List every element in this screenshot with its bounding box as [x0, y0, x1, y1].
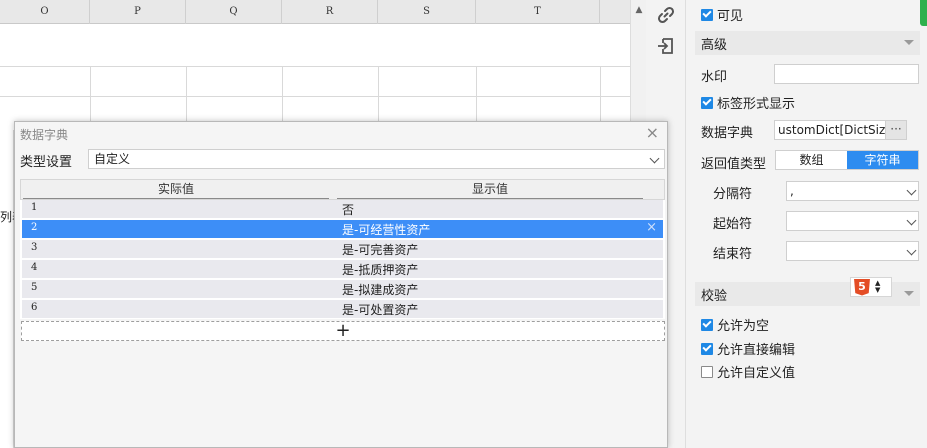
watermark-input[interactable] [774, 64, 919, 84]
actual-value-cell[interactable]: 5 [31, 282, 37, 293]
visible-checkbox[interactable]: 可见 [701, 5, 743, 24]
grid-line [282, 66, 283, 126]
return-type-label: 返回值类型 [701, 157, 767, 172]
actual-value-cell[interactable]: 3 [31, 242, 37, 253]
import-icon[interactable] [655, 35, 677, 57]
column-header-display-value[interactable]: 显示值 [337, 180, 643, 199]
separator-select[interactable]: , [786, 181, 919, 201]
table-row[interactable]: 6 是-可处置资产 [22, 300, 663, 319]
allow-empty-checkbox[interactable]: 允许为空 [701, 315, 769, 334]
add-row-button[interactable]: + [21, 321, 665, 341]
chevron-down-icon[interactable] [649, 153, 660, 164]
chevron-down-icon[interactable] [906, 185, 917, 196]
table-header: 实际值 显示值 [20, 179, 665, 200]
watermark-label: 水印 [701, 70, 728, 85]
allow-direct-edit-checkbox[interactable]: 允许直接编辑 [701, 339, 795, 358]
dialog-title: 数据字典 [20, 128, 69, 142]
allow-custom-checkbox[interactable]: 允许自定义值 [701, 362, 795, 381]
dict-edit-button[interactable]: ··· [885, 120, 907, 140]
column-header-r[interactable]: R [282, 0, 378, 24]
table-row-selected[interactable]: 2 是-可经营性资产 × [22, 220, 663, 239]
dict-input[interactable]: ustomDict[DictSize:6] [774, 120, 886, 140]
actual-value-cell[interactable]: 4 [31, 262, 37, 273]
display-value-cell[interactable]: 是-可经营性资产 [342, 221, 430, 238]
actual-value-cell[interactable]: 1 [31, 202, 37, 213]
return-type-string-option[interactable]: 字符串 [847, 151, 918, 169]
separator-label: 分隔符 [713, 187, 753, 202]
collapse-arrow-icon[interactable] [904, 40, 914, 45]
column-header-s[interactable]: S [378, 0, 476, 24]
spinner-arrows-icon[interactable]: ▲ ▼ [875, 280, 880, 294]
grid-line [0, 66, 630, 67]
return-type-array-option[interactable]: 数组 [776, 151, 847, 169]
advanced-section-header[interactable]: 高级 [695, 31, 920, 55]
table-row[interactable]: 3 是-可完善资产 [22, 240, 663, 259]
actual-value-cell[interactable]: 2 [31, 222, 37, 233]
link-icon[interactable] [655, 4, 677, 26]
chevron-down-icon[interactable] [906, 245, 917, 256]
table-row[interactable]: 1 否 [22, 200, 663, 219]
checkbox-box[interactable] [701, 8, 713, 21]
column-header-o[interactable]: O [0, 0, 90, 24]
display-value-cell[interactable]: 是-拟建成资产 [342, 281, 418, 298]
separator-value: , [790, 184, 794, 198]
collapse-arrow-icon[interactable] [904, 291, 914, 296]
actual-value-cell[interactable]: 6 [31, 302, 37, 313]
grid-line [90, 66, 91, 126]
display-value-cell[interactable]: 否 [342, 201, 354, 218]
checkbox-box[interactable] [701, 365, 713, 378]
scroll-up-arrow-icon[interactable]: ▲ [633, 4, 645, 16]
grid-line [600, 66, 601, 126]
column-header-q[interactable]: Q [186, 0, 282, 24]
grid-line [0, 96, 630, 97]
end-select[interactable] [786, 241, 919, 261]
close-icon[interactable]: × [646, 124, 659, 142]
panel-scroll-indicator[interactable] [920, 0, 927, 26]
return-type-toggle: 数组 字符串 [775, 150, 919, 170]
chevron-down-icon[interactable] [906, 215, 917, 226]
display-value-cell[interactable]: 是-可完善资产 [342, 241, 418, 258]
checkbox-box[interactable] [701, 342, 713, 355]
grid-line [476, 66, 477, 126]
dictionary-table: 实际值 显示值 1 否 2 是-可经营性资产 × 3 是-可完善资产 4 是-抵… [20, 179, 665, 319]
allow-direct-edit-label: 允许直接编辑 [717, 343, 796, 358]
grid-line [186, 66, 187, 126]
delete-row-icon[interactable]: × [646, 220, 657, 235]
start-select[interactable] [786, 211, 919, 231]
column-header-actual-value[interactable]: 实际值 [23, 180, 329, 199]
dict-label: 数据字典 [701, 126, 754, 141]
tag-display-label: 标签形式显示 [717, 97, 796, 112]
tag-display-checkbox[interactable]: 标签形式显示 [701, 93, 795, 112]
column-header-p[interactable]: P [90, 0, 186, 24]
advanced-label: 高级 [701, 37, 728, 53]
header-underline [337, 198, 643, 199]
type-setting-select[interactable]: 自定义 [88, 149, 665, 169]
type-setting-label: 类型设置 [20, 155, 73, 170]
grid-line [378, 66, 379, 126]
checkbox-box[interactable] [701, 318, 713, 331]
html5-widget[interactable]: 5 ▲ ▼ [850, 277, 892, 297]
type-setting-value: 自定义 [94, 152, 131, 166]
end-label: 结束符 [713, 247, 753, 262]
display-value-cell[interactable]: 是-可处置资产 [342, 301, 418, 318]
table-row[interactable]: 4 是-抵质押资产 [22, 260, 663, 279]
start-label: 起始符 [713, 217, 753, 232]
header-underline [23, 198, 329, 199]
allow-empty-label: 允许为空 [717, 319, 770, 334]
validate-label: 校验 [701, 288, 728, 304]
column-header-bar: O P Q R S T [0, 0, 630, 24]
table-row[interactable]: 5 是-拟建成资产 [22, 280, 663, 299]
data-dictionary-dialog: 数据字典 × 类型设置 自定义 实际值 显示值 1 否 2 是-可经营性资产 ×… [14, 121, 668, 448]
checkbox-box[interactable] [701, 96, 713, 109]
display-value-cell[interactable]: 是-抵质押资产 [342, 261, 418, 278]
column-header-t[interactable]: T [476, 0, 600, 24]
allow-custom-label: 允许自定义值 [717, 366, 796, 381]
property-panel: 可见 高级 水印 标签形式显示 数据字典 ustomDict[DictSize:… [687, 0, 927, 448]
visible-label: 可见 [717, 9, 744, 24]
html5-icon: 5 [854, 278, 870, 296]
